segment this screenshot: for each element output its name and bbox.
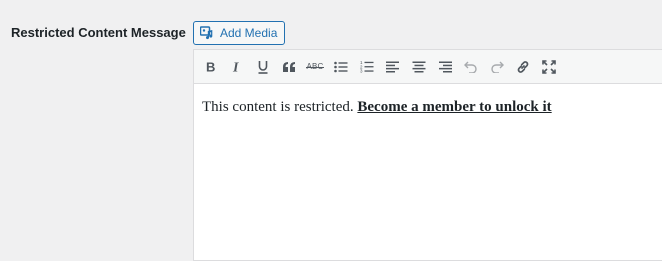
content-editor: B I ABC 1 2 3 This content is restricted… (193, 49, 662, 261)
quote-icon (282, 61, 296, 73)
align-left-button[interactable] (380, 54, 406, 80)
field-label: Restricted Content Message (11, 25, 186, 40)
bold-button[interactable]: B (198, 54, 224, 80)
underline-icon (257, 60, 269, 74)
undo-button[interactable] (458, 54, 484, 80)
media-icon (200, 26, 214, 40)
insert-link-button[interactable] (510, 54, 536, 80)
align-center-button[interactable] (406, 54, 432, 80)
redo-button[interactable] (484, 54, 510, 80)
member-unlock-link[interactable]: Become a member to unlock it (357, 99, 551, 115)
editor-toolbar: B I ABC 1 2 3 (194, 50, 662, 84)
underline-button[interactable] (250, 54, 276, 80)
numbered-list-button[interactable]: 123 (354, 54, 380, 80)
undo-icon (464, 61, 478, 73)
fullscreen-button[interactable] (536, 54, 562, 80)
numbered-list-icon: 123 (360, 60, 374, 73)
strikethrough-icon: ABC (306, 62, 324, 71)
link-icon (516, 60, 530, 74)
bullet-list-icon (334, 61, 348, 73)
bold-icon: B (205, 60, 217, 73)
svg-text:B: B (206, 60, 215, 73)
svg-text:I: I (232, 61, 239, 74)
add-media-button[interactable]: Add Media (193, 21, 286, 45)
align-right-icon (438, 61, 452, 73)
italic-icon: I (231, 60, 243, 74)
fullscreen-icon (542, 59, 556, 74)
align-center-icon (412, 61, 426, 73)
align-left-icon (386, 61, 400, 73)
content-text: This content is restricted. (202, 99, 354, 115)
editor-content-area[interactable]: This content is restricted. Become a mem… (194, 84, 662, 131)
bulleted-list-button[interactable] (328, 54, 354, 80)
blockquote-button[interactable] (276, 54, 302, 80)
redo-icon (490, 61, 504, 73)
strikethrough-button[interactable]: ABC (302, 54, 328, 80)
align-right-button[interactable] (432, 54, 458, 80)
svg-text:3: 3 (360, 69, 363, 73)
italic-button[interactable]: I (224, 54, 250, 80)
add-media-label: Add Media (220, 26, 278, 40)
